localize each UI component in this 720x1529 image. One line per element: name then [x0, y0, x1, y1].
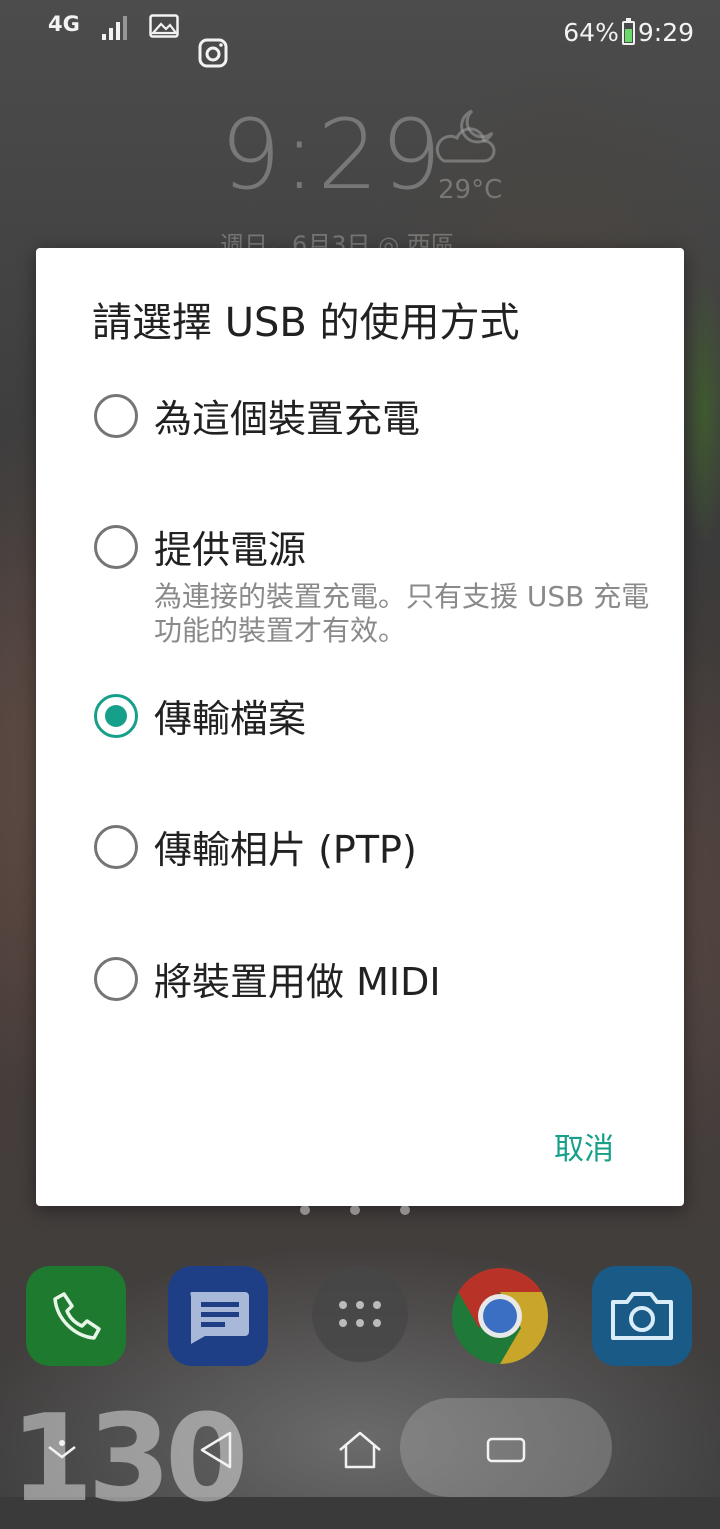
widget-temperature: 29°C [438, 175, 503, 205]
dialog-title: 請選擇 USB 的使用方式 [92, 300, 520, 346]
network-type: 4G [48, 12, 80, 36]
option-description: 為連接的裝置充電。只有支援 USB 充電功能的裝置才有效。 [154, 580, 650, 647]
navigation-bar [0, 1398, 720, 1497]
back-icon[interactable] [186, 1420, 246, 1480]
recents-icon[interactable] [476, 1420, 536, 1480]
battery-percent: 64% [563, 18, 619, 47]
chrome-icon[interactable] [450, 1266, 550, 1366]
home-icon[interactable] [330, 1420, 390, 1480]
camera-icon[interactable] [592, 1266, 692, 1366]
radio-button[interactable] [94, 824, 138, 869]
widget-time: 9:29 [220, 99, 444, 211]
battery-charging-icon [621, 17, 635, 45]
gallery-notification-icon [149, 14, 179, 38]
cloudy-moon-icon [435, 109, 496, 163]
messages-icon[interactable] [168, 1266, 268, 1366]
clock-weather-widget[interactable]: 9:29 29°C 週日，6月3日 ◎ 西區 [220, 99, 502, 259]
phone-icon[interactable] [26, 1266, 126, 1366]
option-label: 傳輸檔案 [154, 697, 307, 741]
signal-icon [101, 14, 127, 40]
page-dot [400, 1205, 410, 1215]
page-dot [350, 1205, 360, 1215]
option-supply-power[interactable]: 提供電源 [94, 519, 306, 574]
notification-pull-icon[interactable] [32, 1420, 92, 1480]
cancel-button[interactable]: 取消 [554, 1124, 614, 1168]
option-label: 將裝置用做 MIDI [154, 960, 441, 1004]
wallpaper-foliage [680, 280, 720, 540]
app-drawer-icon[interactable] [312, 1266, 408, 1362]
usb-mode-dialog: 請選擇 USB 的使用方式 為這個裝置充電 提供電源 為連接的裝置充電。只有支援… [36, 248, 684, 1206]
status-time: 9:29 [637, 18, 694, 47]
option-label: 為這個裝置充電 [154, 397, 421, 441]
page-indicator [300, 1205, 410, 1215]
option-label: 提供電源 [154, 528, 307, 572]
option-charge-device[interactable]: 為這個裝置充電 [94, 388, 420, 443]
radio-button[interactable] [94, 956, 138, 1001]
option-label: 傳輸相片 (PTP) [154, 828, 417, 872]
radio-button[interactable] [94, 393, 138, 438]
option-midi[interactable]: 將裝置用做 MIDI [94, 951, 441, 1006]
radio-button-selected[interactable] [94, 693, 138, 738]
radio-button[interactable] [94, 524, 138, 569]
option-transfer-photos[interactable]: 傳輸相片 (PTP) [94, 819, 417, 874]
option-transfer-files[interactable]: 傳輸檔案 [94, 688, 306, 743]
instagram-notification-icon [198, 38, 228, 68]
status-bar: 4G 64% 9:29 [0, 0, 720, 70]
page-dot [300, 1205, 310, 1215]
